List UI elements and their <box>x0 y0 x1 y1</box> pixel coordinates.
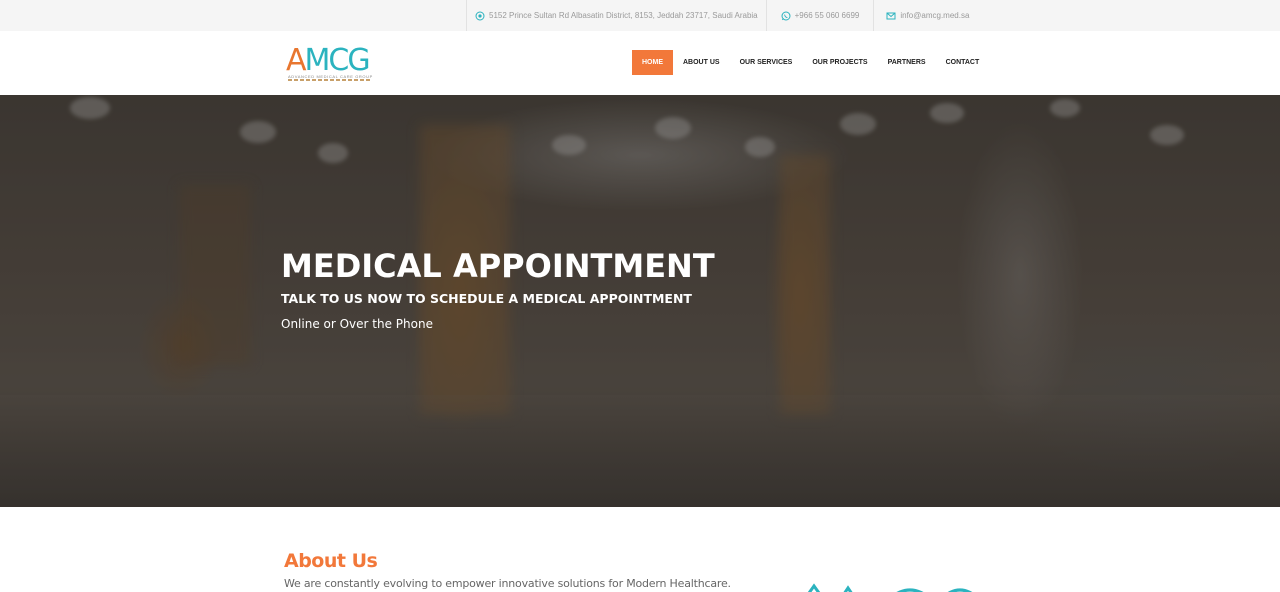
phone-item[interactable]: +966 55 060 6699 <box>765 0 874 31</box>
nav-home[interactable]: HOME <box>632 50 673 75</box>
about-logo-graphic <box>807 583 973 592</box>
logo-arabic-tagline <box>288 79 372 81</box>
phone-text: +966 55 060 6699 <box>794 11 860 20</box>
amcg-logo[interactable]: AMCG ADVANCED MEDICAL CARE GROUP <box>286 46 376 82</box>
location-icon <box>475 11 485 21</box>
site-header: AMCG ADVANCED MEDICAL CARE GROUP HOME AB… <box>0 31 1280 95</box>
nav-partners[interactable]: PARTNERS <box>878 50 936 75</box>
nav-contact[interactable]: CONTACT <box>936 50 990 75</box>
email-icon <box>886 11 896 21</box>
address-text: 5152 Prince Sultan Rd Albasatin District… <box>489 11 758 20</box>
email-text: info@amcg.med.sa <box>900 11 970 20</box>
nav-our-services[interactable]: OUR SERVICES <box>730 50 803 75</box>
top-contact-bar: 5152 Prince Sultan Rd Albasatin District… <box>0 0 1280 31</box>
about-text: We are constantly evolving to empower in… <box>284 577 731 590</box>
address-item[interactable]: 5152 Prince Sultan Rd Albasatin District… <box>466 0 766 31</box>
hero-banner: MEDICAL APPOINTMENT TALK TO US NOW TO SC… <box>0 95 1280 507</box>
hero-title: MEDICAL APPOINTMENT <box>281 247 715 285</box>
email-item[interactable]: info@amcg.med.sa <box>873 0 977 31</box>
whatsapp-icon <box>781 11 791 21</box>
hero-text: Online or Over the Phone <box>281 317 433 331</box>
contact-info-list: 5152 Prince Sultan Rd Albasatin District… <box>466 0 977 31</box>
nav-our-projects[interactable]: OUR PROJECTS <box>802 50 877 75</box>
about-title: About Us <box>284 550 378 572</box>
nav-about-us[interactable]: ABOUT US <box>673 50 730 75</box>
main-nav: HOME ABOUT US OUR SERVICES OUR PROJECTS … <box>632 50 989 75</box>
logo-wordmark: AMCG <box>286 43 371 78</box>
hero-subtitle: TALK TO US NOW TO SCHEDULE A MEDICAL APP… <box>281 291 692 306</box>
